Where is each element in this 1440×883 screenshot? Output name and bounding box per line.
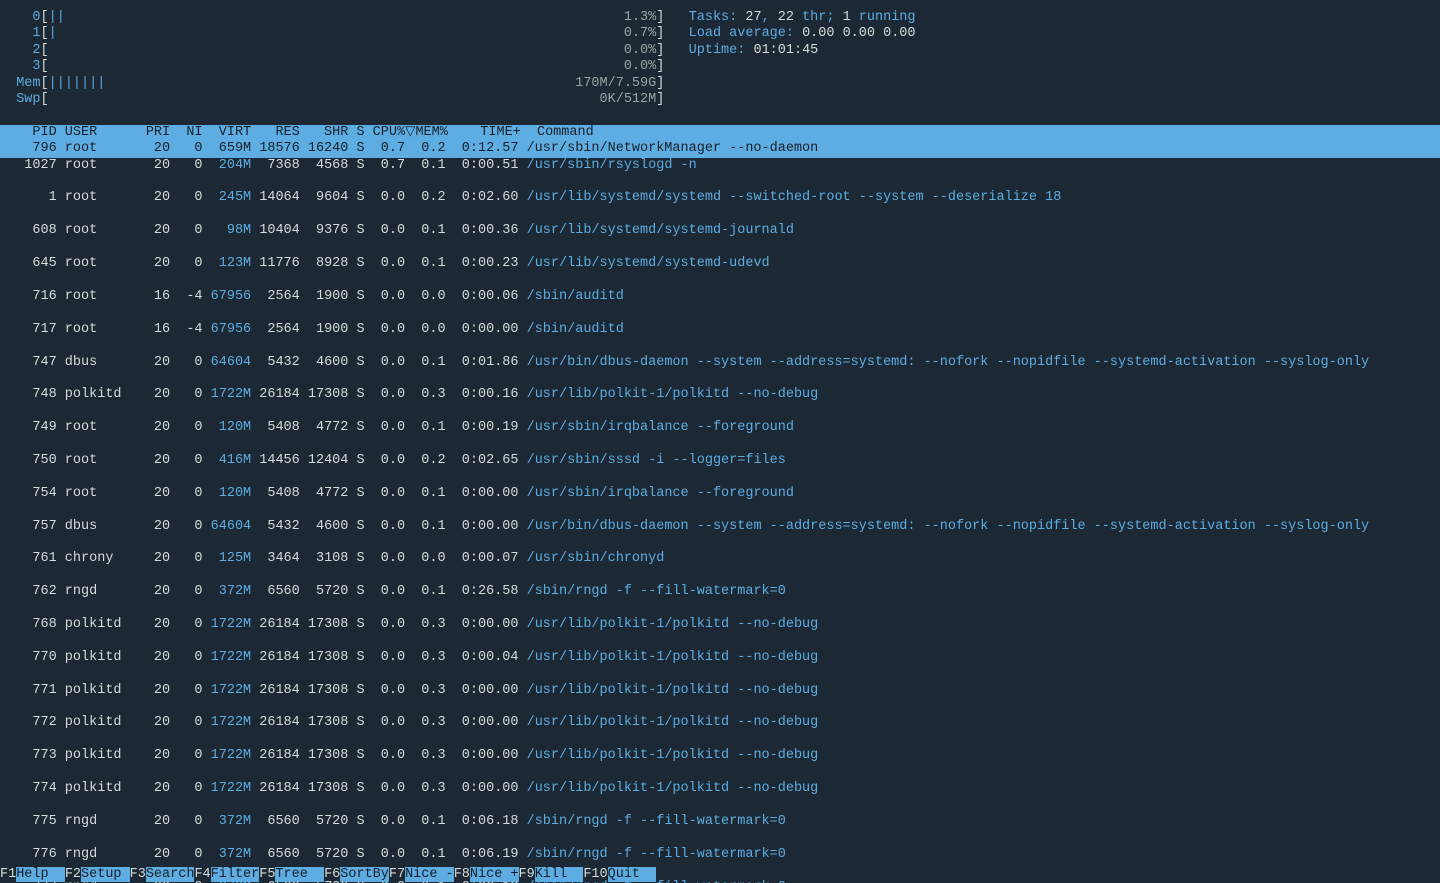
process-command: /usr/lib/polkit-1/polkitd --no-debug: [527, 781, 819, 796]
process-row[interactable]: 771 polkitd 20 0 1722M 26184 17308 S 0.0…: [0, 683, 1440, 699]
process-row[interactable]: 775 rngd 20 0 372M 6560 5720 S 0.0 0.1 0…: [0, 814, 1440, 830]
process-row[interactable]: 774 polkitd 20 0 1722M 26184 17308 S 0.0…: [0, 781, 1440, 797]
mem-value: 170M/7.59G: [575, 76, 656, 91]
process-row[interactable]: 750 root 20 0 416M 14456 12404 S 0.0 0.2…: [0, 453, 1440, 469]
swp-value: 0K/512M: [600, 92, 657, 107]
process-row[interactable]: 747 dbus 20 0 64604 5432 4600 S 0.0 0.1 …: [0, 355, 1440, 371]
process-row[interactable]: 748 polkitd 20 0 1722M 26184 17308 S 0.0…: [0, 387, 1440, 403]
cpu1-pct: 0.7%: [624, 26, 656, 41]
cpu1-label: 1: [16, 26, 40, 41]
fnkey-f6-label[interactable]: SortBy: [340, 867, 389, 882]
fnkey-f4: F4: [194, 867, 210, 882]
fnkey-f2-label[interactable]: Setup: [81, 867, 130, 882]
process-command: /usr/lib/polkit-1/polkitd --no-debug: [527, 387, 819, 402]
process-command: /usr/lib/systemd/systemd --switched-root…: [527, 190, 1062, 205]
process-row[interactable]: 749 root 20 0 120M 5408 4772 S 0.0 0.1 0…: [0, 420, 1440, 436]
uptime-value: 01:01:45: [753, 43, 818, 58]
swp-label: Swp: [16, 92, 40, 107]
process-row[interactable]: 717 root 16 -4 67956 2564 1900 S 0.0 0.0…: [0, 322, 1440, 338]
process-command: /usr/lib/systemd/systemd-udevd: [527, 256, 770, 271]
process-command: /usr/sbin/irqbalance --foreground: [527, 420, 794, 435]
process-row[interactable]: 757 dbus 20 0 64604 5432 4600 S 0.0 0.1 …: [0, 519, 1440, 535]
process-command: /usr/lib/polkit-1/polkitd --no-debug: [527, 617, 819, 632]
cpu0-pct: 1.3%: [624, 10, 656, 25]
process-command: /usr/lib/polkit-1/polkitd --no-debug: [527, 715, 819, 730]
process-row[interactable]: 761 chrony 20 0 125M 3464 3108 S 0.0 0.0…: [0, 551, 1440, 567]
cpu2-pct: 0.0%: [624, 43, 656, 58]
process-command: /sbin/rngd -f --fill-watermark=0: [527, 584, 786, 599]
function-key-bar: F1Help F2Setup F3SearchF4FilterF5Tree F6…: [0, 867, 1440, 883]
process-row[interactable]: 773 polkitd 20 0 1722M 26184 17308 S 0.0…: [0, 748, 1440, 764]
fnkey-f7-label[interactable]: Nice -: [405, 867, 454, 882]
process-command: /usr/lib/polkit-1/polkitd --no-debug: [527, 683, 819, 698]
process-command: /usr/bin/dbus-daemon --system --address=…: [527, 519, 1370, 534]
fnkey-f2: F2: [65, 867, 81, 882]
fnkey-f5: F5: [259, 867, 275, 882]
fnkey-f7: F7: [389, 867, 405, 882]
fnkey-f10-label[interactable]: Quit: [608, 867, 657, 882]
fnkey-f3-label[interactable]: Search: [146, 867, 195, 882]
process-command: /sbin/auditd: [527, 322, 624, 337]
process-command: /usr/sbin/irqbalance --foreground: [527, 486, 794, 501]
process-command: /usr/sbin/sssd -i --logger=files: [527, 453, 786, 468]
process-row[interactable]: 770 polkitd 20 0 1722M 26184 17308 S 0.0…: [0, 650, 1440, 666]
load-values: 0.00 0.00 0.00: [802, 26, 915, 41]
process-row[interactable]: 645 root 20 0 123M 11776 8928 S 0.0 0.1 …: [0, 256, 1440, 272]
process-command: /usr/lib/polkit-1/polkitd --no-debug: [527, 748, 819, 763]
load-label: Load average:: [689, 26, 802, 41]
fnkey-f1-label[interactable]: Help: [16, 867, 65, 882]
process-row[interactable]: 762 rngd 20 0 372M 6560 5720 S 0.0 0.1 0…: [0, 584, 1440, 600]
fnkey-f10: F10: [583, 867, 607, 882]
column-header[interactable]: PID USER PRI NI VIRT RES SHR S CPU%▽MEM%…: [0, 125, 1440, 141]
process-row[interactable]: 754 root 20 0 120M 5408 4772 S 0.0 0.1 0…: [0, 486, 1440, 502]
cpu0-label: 0: [16, 10, 40, 25]
fnkey-f8: F8: [454, 867, 470, 882]
fnkey-f4-label[interactable]: Filter: [211, 867, 260, 882]
process-row[interactable]: 1 root 20 0 245M 14064 9604 S 0.0 0.2 0:…: [0, 190, 1440, 206]
fnkey-f3: F3: [130, 867, 146, 882]
process-row[interactable]: 1027 root 20 0 204M 7368 4568 S 0.7 0.1 …: [0, 158, 1440, 174]
fnkey-f9-label[interactable]: Kill: [535, 867, 584, 882]
fnkey-f8-label[interactable]: Nice +: [470, 867, 519, 882]
cpu2-label: 2: [16, 43, 40, 58]
process-command: /usr/sbin/rsyslogd -n: [527, 158, 697, 173]
tasks-label: Tasks:: [689, 10, 746, 25]
process-row[interactable]: 776 rngd 20 0 372M 6560 5720 S 0.0 0.1 0…: [0, 847, 1440, 863]
mem-label: Mem: [16, 76, 40, 91]
fnkey-f6: F6: [324, 867, 340, 882]
process-command: /sbin/rngd -f --fill-watermark=0: [527, 847, 786, 862]
fnkey-f1: F1: [0, 867, 16, 882]
fnkey-f9: F9: [519, 867, 535, 882]
process-command: /usr/bin/dbus-daemon --system --address=…: [527, 355, 1370, 370]
process-row[interactable]: 716 root 16 -4 67956 2564 1900 S 0.0 0.0…: [0, 289, 1440, 305]
process-command: /usr/sbin/chronyd: [527, 551, 665, 566]
process-row[interactable]: 608 root 20 0 98M 10404 9376 S 0.0 0.1 0…: [0, 223, 1440, 239]
process-row[interactable]: 772 polkitd 20 0 1722M 26184 17308 S 0.0…: [0, 715, 1440, 731]
fnkey-f5-label[interactable]: Tree: [275, 867, 324, 882]
process-row[interactable]: 796 root 20 0 659M 18576 16240 S 0.7 0.2…: [0, 141, 1440, 157]
process-command: /sbin/auditd: [527, 289, 624, 304]
uptime-label: Uptime:: [689, 43, 754, 58]
process-command: /usr/lib/systemd/systemd-journald: [527, 223, 794, 238]
htop-screen: 0[|| 1.3%] Tasks: 27, 22 thr; 1 running …: [0, 0, 1440, 883]
process-row[interactable]: 768 polkitd 20 0 1722M 26184 17308 S 0.0…: [0, 617, 1440, 633]
process-command: /usr/lib/polkit-1/polkitd --no-debug: [527, 650, 819, 665]
process-command: /sbin/rngd -f --fill-watermark=0: [527, 814, 786, 829]
cpu3-pct: 0.0%: [624, 59, 656, 74]
cpu3-label: 3: [16, 59, 40, 74]
